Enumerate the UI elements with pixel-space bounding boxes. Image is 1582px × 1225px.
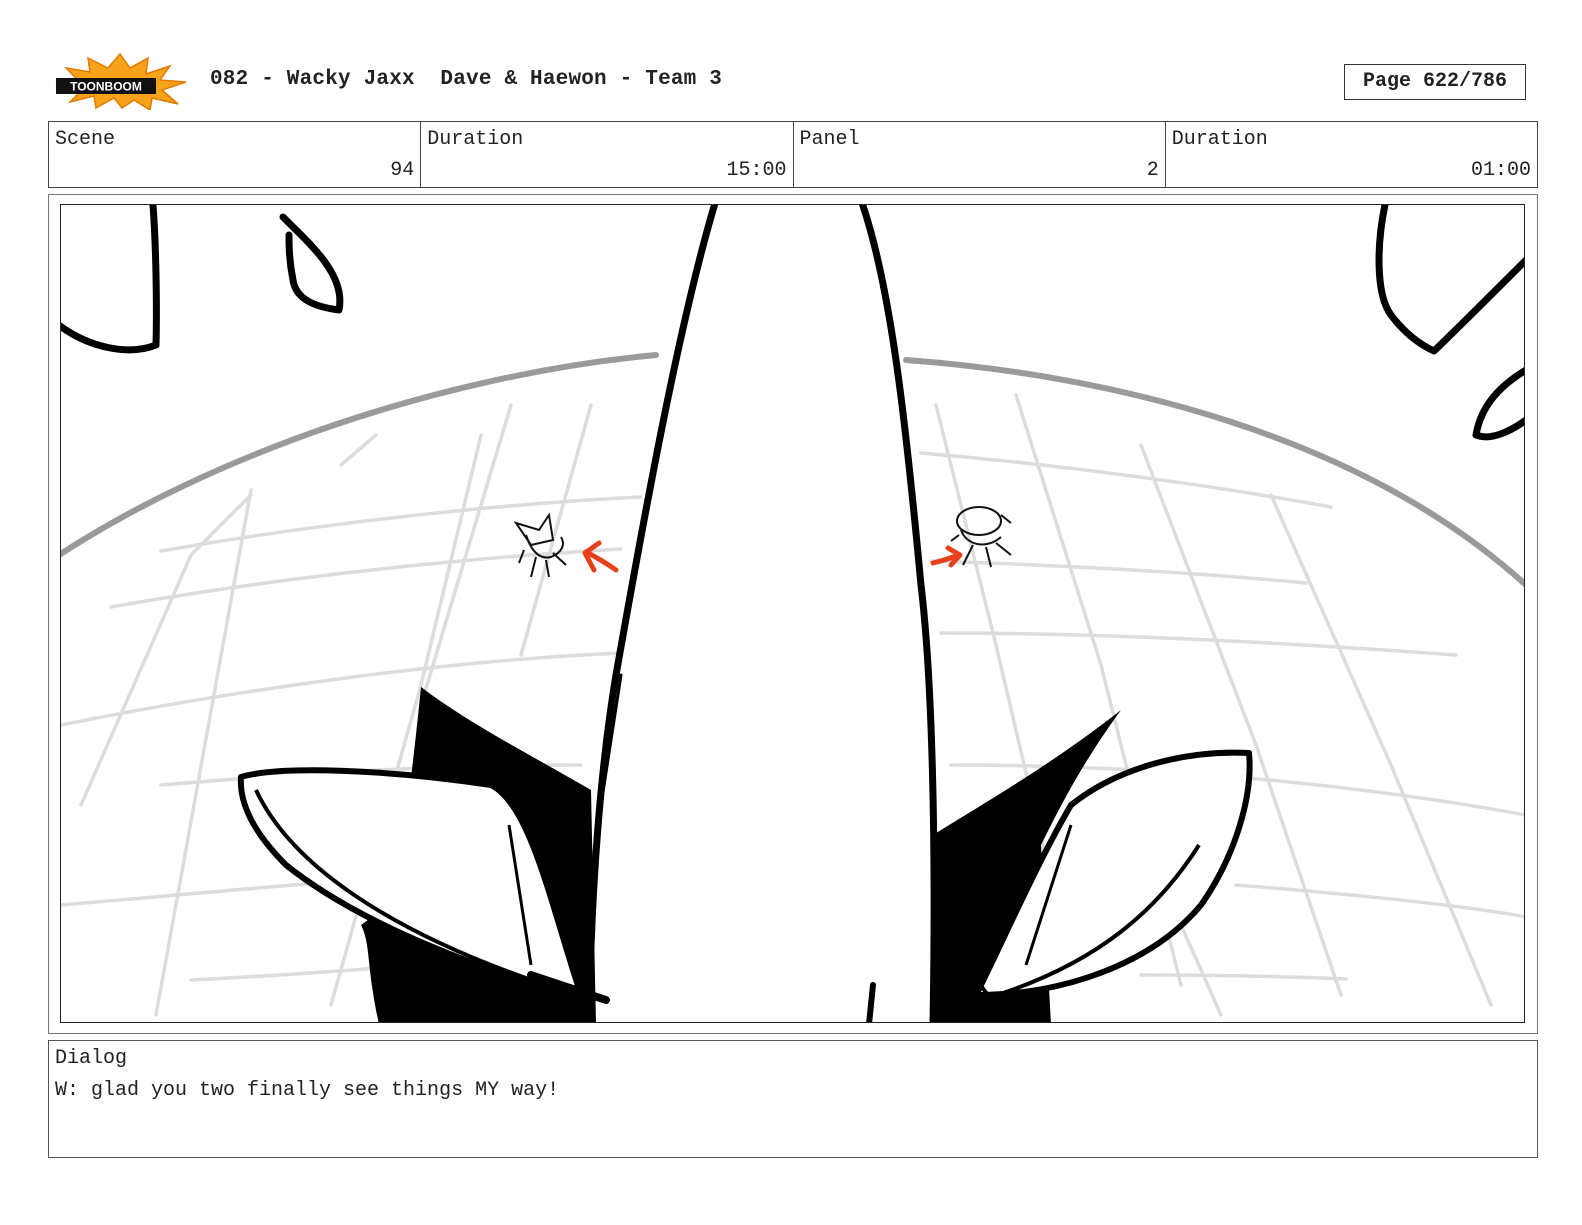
horizon-line xyxy=(61,352,1524,588)
scene-duration-value: 15:00 xyxy=(726,159,787,182)
dialog-label: Dialog xyxy=(55,1047,128,1070)
panel-duration-cell: Duration 01:00 xyxy=(1166,122,1537,187)
panel-cell: Panel 2 xyxy=(794,122,1166,187)
page-number: Page 622/786 xyxy=(1344,64,1526,100)
scene-label: Scene xyxy=(55,128,116,151)
scene-duration-cell: Duration 15:00 xyxy=(421,122,794,187)
dialog-box: Dialog W: glad you two finally see thing… xyxy=(48,1040,1538,1158)
panel-value: 2 xyxy=(1146,159,1159,182)
scene-value: 94 xyxy=(390,159,415,182)
tower-silhouette xyxy=(585,205,938,1022)
panel-duration-value: 01:00 xyxy=(1470,159,1531,182)
logo-text: TOONBOOM xyxy=(70,80,142,94)
toonboom-logo: TOONBOOM xyxy=(55,52,187,110)
panel-sketch xyxy=(61,205,1524,1022)
scene-cell: Scene 94 xyxy=(49,122,422,187)
panel-duration-label: Duration xyxy=(1171,128,1268,151)
motion-arrow-left xyxy=(582,540,619,573)
dialog-text: W: glad you two finally see things MY wa… xyxy=(55,1079,560,1102)
background-ink xyxy=(61,205,1524,441)
scene-info-row: Scene 94 Duration 15:00 Panel 2 Duration… xyxy=(48,121,1538,188)
scene-duration-label: Duration xyxy=(427,128,524,151)
storyboard-panel xyxy=(48,194,1538,1034)
storyboard-header: TOONBOOM 082 - Wacky Jaxx Dave & Haewon … xyxy=(48,48,1538,112)
panel-drawing-frame xyxy=(60,204,1525,1023)
panel-label: Panel xyxy=(799,128,860,151)
floor-grid xyxy=(61,393,1524,1017)
page-title: 082 - Wacky Jaxx Dave & Haewon - Team 3 xyxy=(210,68,723,91)
